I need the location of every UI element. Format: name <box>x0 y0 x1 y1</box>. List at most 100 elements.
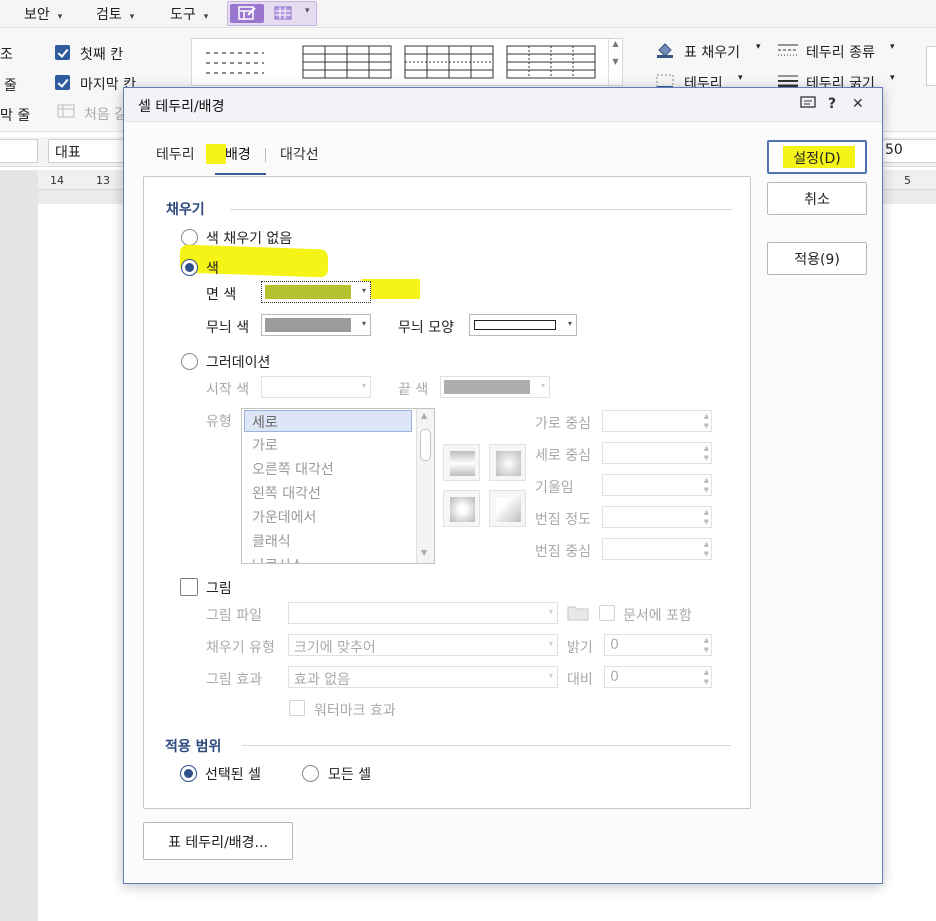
table-fill-button[interactable]: 표 채우기 <box>684 42 740 62</box>
picture-effect-combo[interactable]: 효과 없음 ▾ <box>288 666 558 688</box>
watermark-checkbox[interactable] <box>289 700 305 716</box>
chevron-down-icon: ▾ <box>548 639 553 648</box>
zoom-combo[interactable]: 50 <box>878 139 936 163</box>
table-design-button[interactable] <box>230 4 264 23</box>
chevron-down-icon[interactable]: ▾ <box>738 73 743 83</box>
list-item[interactable]: 가로 <box>252 435 278 455</box>
tilt-spin[interactable]: ▲ ▼ <box>602 474 712 496</box>
apply-button[interactable]: 적용(9) <box>767 242 867 275</box>
font-size-combo[interactable] <box>0 139 38 163</box>
list-item[interactable]: 클래식 <box>252 531 291 551</box>
fill-type-combo[interactable]: 크기에 맞추어 ▾ <box>288 634 558 656</box>
pattern-color-label: 무늬 색 <box>206 320 250 336</box>
list-scrollbar[interactable]: ▲ ▼ <box>416 409 434 563</box>
list-item[interactable]: 왼쪽 대각선 <box>252 483 321 503</box>
fill-bucket-icon <box>656 42 674 58</box>
list-item[interactable]: 가운데에서 <box>252 507 316 527</box>
picture-file-label: 그림 파일 <box>206 608 262 624</box>
chevron-down-icon: ▾ <box>361 319 366 328</box>
scroll-thumb[interactable] <box>420 429 431 461</box>
table-design-icon <box>238 6 256 20</box>
h-center-spin[interactable]: ▲ ▼ <box>602 410 712 432</box>
gradation-radio[interactable] <box>181 353 198 370</box>
ribbon-overflow-button[interactable] <box>926 46 936 86</box>
menu-tools[interactable]: 도구 ▾ <box>170 4 208 24</box>
scroll-down-icon[interactable]: ▼ <box>421 548 427 557</box>
pattern-shape-swatch <box>474 320 556 330</box>
brightness-spin[interactable]: 0 ▲ ▼ <box>604 634 712 656</box>
table-style-thumb-2 <box>302 45 392 79</box>
ruler-number: 5 <box>904 174 911 187</box>
contrast-spin[interactable]: 0 ▲ ▼ <box>604 666 712 688</box>
brightness-label: 밝기 <box>567 640 593 656</box>
include-in-doc-checkbox[interactable] <box>599 605 615 621</box>
chevron-down-icon[interactable]: ▾ <box>890 73 895 83</box>
close-icon[interactable]: ✕ <box>852 96 864 112</box>
spin-down-icon: ▼ <box>703 454 709 462</box>
gallery-scroll[interactable]: ▲ ▼ <box>608 39 622 87</box>
folder-icon[interactable] <box>567 603 589 623</box>
brightness-value: 0 <box>610 637 619 653</box>
list-item[interactable]: 나르시스 <box>252 555 304 563</box>
pattern-shape-label: 무늬 모양 <box>398 320 454 336</box>
v-center-spin[interactable]: ▲ ▼ <box>602 442 712 464</box>
pattern-shape-combo[interactable]: ▾ <box>469 314 577 336</box>
chevron-down-icon: ▾ <box>540 381 545 390</box>
spread-center-label: 번짐 중심 <box>535 544 591 560</box>
table-layout-button[interactable] <box>266 4 300 23</box>
last-col-checkbox[interactable] <box>55 75 70 90</box>
gradient-preview-4[interactable] <box>489 490 526 527</box>
table-border-background-button[interactable]: 표 테두리/배경... <box>143 822 293 860</box>
chevron-down-icon[interactable]: ▾ <box>890 42 895 52</box>
contrast-value: 0 <box>610 669 619 685</box>
gradient-preview-3[interactable] <box>443 490 480 527</box>
start-color-combo[interactable]: ▾ <box>261 376 371 398</box>
gradient-type-list[interactable]: 세로 가로 오른쪽 대각선 왼쪽 대각선 가운데에서 클래식 나르시스 ▲ ▼ <box>241 408 435 564</box>
picture-file-combo[interactable]: ▾ <box>288 602 558 624</box>
chevron-down-icon[interactable]: ▾ <box>305 6 310 16</box>
first-col-checkbox[interactable] <box>55 45 70 60</box>
comment-icon[interactable] <box>800 96 816 114</box>
gradient-type-label: 유형 <box>206 414 232 430</box>
spread-center-spin[interactable]: ▲ ▼ <box>602 538 712 560</box>
apply-scope-title: 적용 범위 <box>165 739 222 755</box>
tab-background[interactable]: 배경 <box>225 144 251 164</box>
chevron-down-icon[interactable]: ▾ <box>756 42 761 52</box>
gradient-preview-2[interactable] <box>489 444 526 481</box>
style-combo[interactable]: 대표 <box>48 139 126 163</box>
goto-first-label[interactable]: 처음 갈 <box>84 104 127 124</box>
face-color-combo[interactable]: ▾ <box>261 281 371 303</box>
menu-review[interactable]: 검토 ▾ <box>96 4 134 24</box>
pattern-color-combo[interactable]: ▾ <box>261 314 371 336</box>
scroll-up-icon[interactable]: ▲ <box>421 411 427 420</box>
selected-cells-radio[interactable] <box>180 765 197 782</box>
table-style-thumb-1 <box>206 52 264 74</box>
table-layout-icon <box>274 6 292 20</box>
color-fill-radio[interactable] <box>181 259 198 276</box>
list-item[interactable]: 오른쪽 대각선 <box>252 459 334 479</box>
tab-diagonal[interactable]: 대각선 <box>280 144 319 164</box>
help-icon[interactable]: ? <box>828 96 836 112</box>
border-type-button[interactable]: 테두리 종류 <box>806 42 875 62</box>
ok-button[interactable]: 설정(D) <box>767 140 867 174</box>
spread-label: 번짐 정도 <box>535 512 591 528</box>
tab-border[interactable]: 테두리 <box>156 144 195 164</box>
menu-security[interactable]: 보안 ▾ <box>24 4 62 24</box>
color-fill-label: 색 <box>206 261 219 277</box>
all-cells-radio[interactable] <box>302 765 319 782</box>
picture-checkbox[interactable] <box>180 578 198 596</box>
spread-spin[interactable]: ▲ ▼ <box>602 506 712 528</box>
table-style-gallery[interactable]: ▲ ▼ <box>191 38 623 87</box>
dialog-title: 셀 테두리/배경 <box>138 99 225 115</box>
list-item[interactable]: 세로 <box>244 410 412 432</box>
h-center-label: 가로 중심 <box>535 416 591 432</box>
cancel-button[interactable]: 취소 <box>767 182 867 215</box>
dialog-titlebar[interactable]: 셀 테두리/배경 ? ✕ <box>124 88 882 122</box>
spin-up-icon: ▲ <box>703 508 709 516</box>
highlight-mark <box>206 144 226 164</box>
no-fill-radio[interactable] <box>181 229 198 246</box>
gradient-preview-1[interactable] <box>443 444 480 481</box>
end-color-combo[interactable]: ▾ <box>440 376 550 398</box>
chevron-down-icon: ▾ <box>129 12 135 22</box>
start-color-label: 시작 색 <box>206 382 250 398</box>
